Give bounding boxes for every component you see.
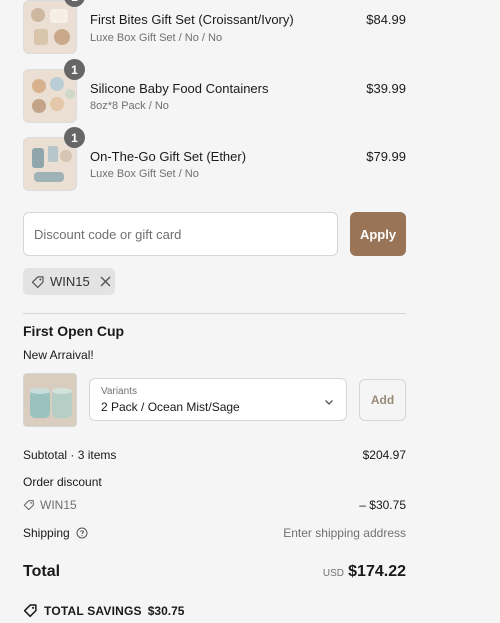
total-savings: TOTAL SAVINGS $30.75 <box>23 603 184 618</box>
order-discount-label: Order discount <box>23 475 102 489</box>
item-name: Silicone Baby Food Containers <box>90 81 269 96</box>
variant-select-label: Variants <box>101 386 137 397</box>
applied-discount-chip: WIN15 <box>23 268 115 295</box>
shipping-label: Shipping <box>23 526 70 540</box>
discount-code-input[interactable] <box>23 212 338 256</box>
item-name: On-The-Go Gift Set (Ether) <box>90 149 247 164</box>
product-image <box>24 1 76 53</box>
chevron-down-icon <box>324 394 334 412</box>
product-thumbnail: 1 <box>23 0 85 54</box>
remove-discount-button[interactable] <box>100 276 111 287</box>
upsell-product-image <box>23 373 77 427</box>
quantity-badge: 1 <box>64 127 85 148</box>
cart-item: 1 First Bites Gift Set (Croissant/Ivory)… <box>23 0 406 54</box>
tag-icon <box>31 275 45 289</box>
quantity-badge: 1 <box>64 59 85 80</box>
divider <box>23 313 406 314</box>
tag-icon <box>23 499 35 511</box>
cart-item: 1 Silicone Baby Food Containers 8oz*8 Pa… <box>23 59 406 123</box>
variant-select-value: 2 Pack / Ocean Mist/Sage <box>101 400 240 414</box>
cart-item: 1 On-The-Go Gift Set (Ether) Luxe Box Gi… <box>23 127 406 191</box>
item-price: $84.99 <box>366 12 406 27</box>
upsell-title: First Open Cup <box>23 323 125 339</box>
close-icon[interactable] <box>100 276 111 287</box>
savings-label: TOTAL SAVINGS <box>44 603 142 618</box>
item-variant: 8oz*8 Pack / No <box>90 100 169 112</box>
upsell-subtitle: New Arraival! <box>23 348 94 362</box>
discount-code-row: WIN15 <box>23 498 77 512</box>
subtotal-value: $204.97 <box>362 448 406 462</box>
applied-code-label: WIN15 <box>50 274 90 289</box>
tag-icon <box>23 603 38 618</box>
total-amount: $174.22 <box>348 563 406 580</box>
item-variant: Luxe Box Gift Set / No / No <box>90 32 223 44</box>
help-icon[interactable] <box>76 527 88 539</box>
subtotal-label: Subtotal · 3 items <box>23 448 117 462</box>
discount-code-text: WIN15 <box>40 498 77 512</box>
shipping-row: Shipping <box>23 526 88 540</box>
item-variant: Luxe Box Gift Set / No <box>90 168 199 180</box>
product-thumbnail: 1 <box>23 59 85 123</box>
item-name: First Bites Gift Set (Croissant/Ivory) <box>90 12 294 27</box>
add-upsell-button[interactable]: Add <box>359 379 406 421</box>
shipping-value: Enter shipping address <box>283 526 406 540</box>
total-label: Total <box>23 563 61 580</box>
savings-value: $30.75 <box>147 603 185 618</box>
currency-code: USD <box>322 568 344 579</box>
discount-value: – $30.75 <box>359 498 406 512</box>
item-price: $39.99 <box>366 81 406 96</box>
variant-select[interactable]: Variants 2 Pack / Ocean Mist/Sage <box>89 378 347 421</box>
product-thumbnail: 1 <box>23 127 85 191</box>
item-price: $79.99 <box>366 149 406 164</box>
apply-discount-button[interactable]: Apply <box>350 212 406 256</box>
